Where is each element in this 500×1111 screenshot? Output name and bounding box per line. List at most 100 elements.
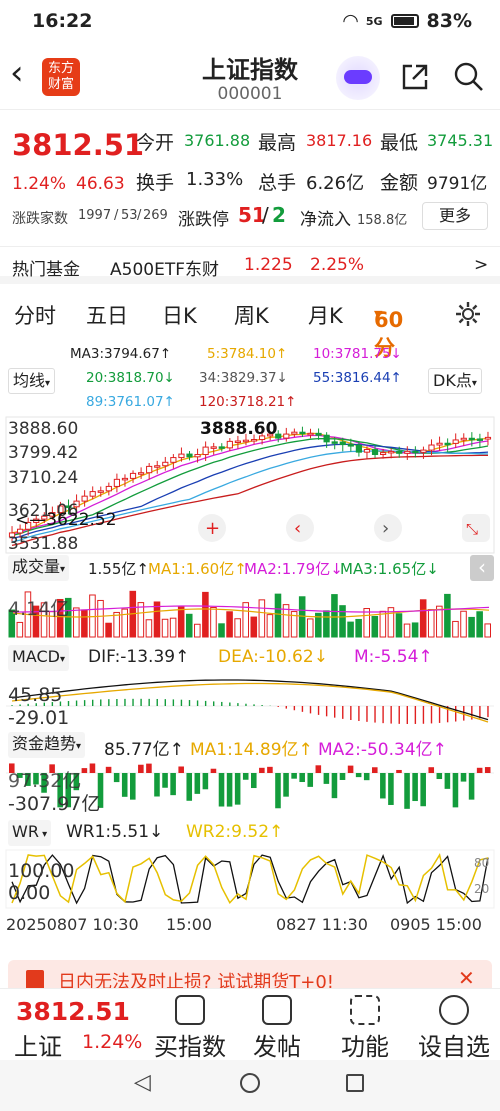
wr-indicator-select[interactable]: WR ▾ <box>8 820 52 846</box>
volume-bar <box>234 618 241 638</box>
min-price-label: <—3622.52 <box>15 510 117 530</box>
volume-bar <box>444 593 451 638</box>
fund-flow-indicator-select[interactable]: 资金趋势▾ <box>8 732 86 758</box>
flow-bar <box>363 773 370 781</box>
volume-bar <box>331 594 338 638</box>
tab-day-k[interactable]: 日K <box>162 300 197 330</box>
volume-bar <box>468 616 475 638</box>
volume-bar <box>427 608 435 638</box>
functions-button[interactable]: 功能 <box>334 995 396 1062</box>
volume-bar <box>145 619 153 638</box>
ma-item: 120:3718.21↑ <box>199 394 297 410</box>
tab-month-k[interactable]: 月K <box>308 300 343 330</box>
nav-back-icon[interactable]: ◁ <box>134 1070 151 1095</box>
x-axis-label: 0905 15:00 <box>390 915 482 934</box>
share-icon[interactable] <box>398 60 432 94</box>
amount-label: 金额 <box>380 172 419 194</box>
volume-indicator-select[interactable]: 成交量▾ <box>8 555 70 581</box>
candle <box>388 450 395 454</box>
collapse-arrow-icon[interactable]: ‹ <box>470 555 494 581</box>
volume-bar <box>476 611 483 638</box>
candle <box>186 453 193 458</box>
tab-week-k[interactable]: 周K <box>234 300 269 330</box>
candle <box>81 495 88 502</box>
ma-toggle-button[interactable]: 均线▾ <box>8 368 56 394</box>
wr-axis-right-bottom: 20 <box>474 882 489 896</box>
tab-five-day[interactable]: 五日 <box>86 300 128 330</box>
inflow-value: 158.8亿 <box>357 213 408 228</box>
flow-bar <box>130 773 136 800</box>
assistant-avatar-icon[interactable] <box>336 56 380 100</box>
candle <box>226 440 233 449</box>
nav-recents-icon[interactable] <box>346 1074 364 1092</box>
volume-bar <box>419 599 427 638</box>
kline-chart-area[interactable]: 3888.60 3799.42 3710.24 3621.06 3531.88 … <box>0 415 500 955</box>
ma-item: 89:3761.07↑ <box>86 394 175 410</box>
hot-fund-price: 1.225 <box>244 255 293 275</box>
candle <box>121 477 129 481</box>
amount-value: 9791亿 <box>427 174 488 194</box>
ma-item: MA3:3794.67↑ <box>70 346 172 362</box>
dk-point-button[interactable]: DK点▾ <box>428 368 482 394</box>
volume-bar <box>105 622 112 638</box>
flow-axis-top: 97.32亿 <box>8 770 81 792</box>
candle <box>307 432 314 436</box>
volume-bar <box>81 609 88 638</box>
low-label: 最低 <box>380 132 419 154</box>
flow-bar <box>178 766 184 773</box>
ma-item: 34:3829.37↓ <box>199 370 288 386</box>
flow-axis-bottom: -307.97亿 <box>8 793 100 815</box>
hot-fund-percent: 2.25% <box>310 255 365 275</box>
wr-axis-bottom: 0.00 <box>8 882 50 904</box>
candle <box>468 437 475 441</box>
trend-chart-icon <box>175 995 205 1025</box>
flow-bar <box>186 773 193 801</box>
chevron-right-icon: > <box>474 255 489 275</box>
flow-bar <box>347 765 354 773</box>
add-watchlist-button[interactable]: 设自选 <box>412 995 496 1062</box>
volume-bar <box>274 593 282 638</box>
more-button[interactable]: 更多 <box>422 202 488 230</box>
flow-bar <box>202 773 209 790</box>
macd-axis-top: 45.85 <box>8 684 62 706</box>
volume-bar <box>452 620 459 638</box>
flow-bar <box>404 773 410 809</box>
x-axis-label: 0827 11:30 <box>276 915 368 934</box>
change-percent: 1.24% <box>12 174 67 194</box>
flow-bar <box>81 768 88 773</box>
macd-indicator-select[interactable]: MACD▾ <box>8 645 69 671</box>
buy-index-button[interactable]: 买指数 <box>148 995 232 1062</box>
candle <box>170 457 177 463</box>
candle <box>89 491 96 497</box>
post-button[interactable]: 发帖 <box>246 995 308 1062</box>
candle <box>105 485 112 492</box>
ma-item: 20:3818.70↓ <box>86 370 175 386</box>
search-icon[interactable] <box>452 60 486 94</box>
y-tick-label: 3799.42 <box>8 443 78 463</box>
flow-bar <box>89 763 96 773</box>
x-axis-label: 15:00 <box>166 915 212 934</box>
wifi-icon: ◠ <box>343 10 358 32</box>
svg-text:›: › <box>382 518 389 539</box>
candle <box>129 472 137 479</box>
settings-gear-icon[interactable] <box>454 300 482 328</box>
candle <box>436 442 443 446</box>
nav-home-icon[interactable] <box>240 1073 260 1093</box>
candle <box>234 440 242 444</box>
volume-bar <box>73 607 80 638</box>
bottom-price: 3812.51 <box>16 997 130 1026</box>
candle <box>428 444 435 451</box>
candle <box>420 449 427 453</box>
close-icon[interactable]: ✕ <box>458 966 475 990</box>
battery-icon <box>390 14 419 28</box>
volume-bar <box>339 605 346 638</box>
flow-bar <box>105 766 112 773</box>
status-time: 16:22 <box>32 10 93 32</box>
x-axis-label: 20250807 10:30 <box>6 915 139 934</box>
hot-fund-row[interactable]: 热门基金 A500ETF东财 1.225 2.25% > <box>0 246 500 284</box>
volume-bar <box>258 599 266 638</box>
flow-bar <box>380 773 386 799</box>
bottom-name: 上证 <box>14 1033 62 1061</box>
tab-timeshare[interactable]: 分时 <box>14 300 56 330</box>
candle <box>452 439 459 444</box>
